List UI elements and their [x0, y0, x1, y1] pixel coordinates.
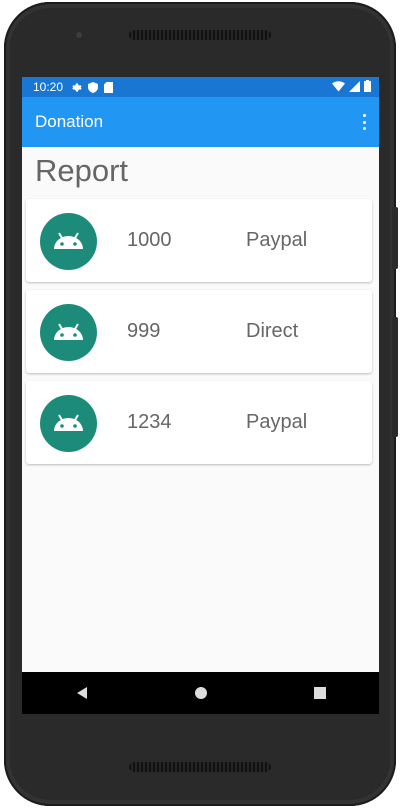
app-bar: Donation — [22, 97, 379, 147]
list-item[interactable]: 1000 Paypal — [26, 199, 372, 282]
donation-amount: 999 — [127, 320, 161, 342]
recents-icon[interactable] — [300, 678, 340, 708]
more-vert-icon[interactable] — [361, 114, 367, 130]
app-title: Donation — [35, 112, 104, 131]
donation-amount: 1234 — [127, 411, 172, 433]
donation-amount: 1000 — [127, 229, 172, 251]
system-nav-bar — [22, 672, 379, 714]
wifi-icon — [332, 80, 345, 91]
battery-icon — [364, 80, 371, 92]
back-icon[interactable] — [62, 678, 102, 708]
home-icon[interactable] — [181, 678, 221, 708]
status-time: 10:20 — [33, 80, 64, 94]
front-camera — [76, 32, 82, 38]
android-avatar-icon — [40, 213, 97, 270]
bottom-speaker — [129, 762, 271, 772]
settings-icon — [72, 82, 82, 92]
power-button — [392, 207, 398, 269]
list-item[interactable]: 999 Direct — [26, 290, 372, 373]
volume-rocker — [392, 317, 398, 437]
screen: 10:20 Donation Report 1000 Paypal 999 Di… — [22, 77, 379, 714]
sim-card-icon — [104, 81, 114, 93]
list-item[interactable]: 1234 Paypal — [26, 381, 372, 464]
top-speaker — [129, 30, 271, 40]
signal-icon — [349, 80, 360, 92]
status-bar: 10:20 — [22, 77, 379, 97]
page-title: Report — [35, 153, 129, 188]
shield-icon — [88, 81, 99, 93]
donation-method: Paypal — [246, 411, 308, 433]
android-avatar-icon — [40, 304, 97, 361]
android-avatar-icon — [40, 395, 97, 452]
donation-method: Paypal — [246, 229, 308, 251]
donation-method: Direct — [246, 320, 299, 342]
